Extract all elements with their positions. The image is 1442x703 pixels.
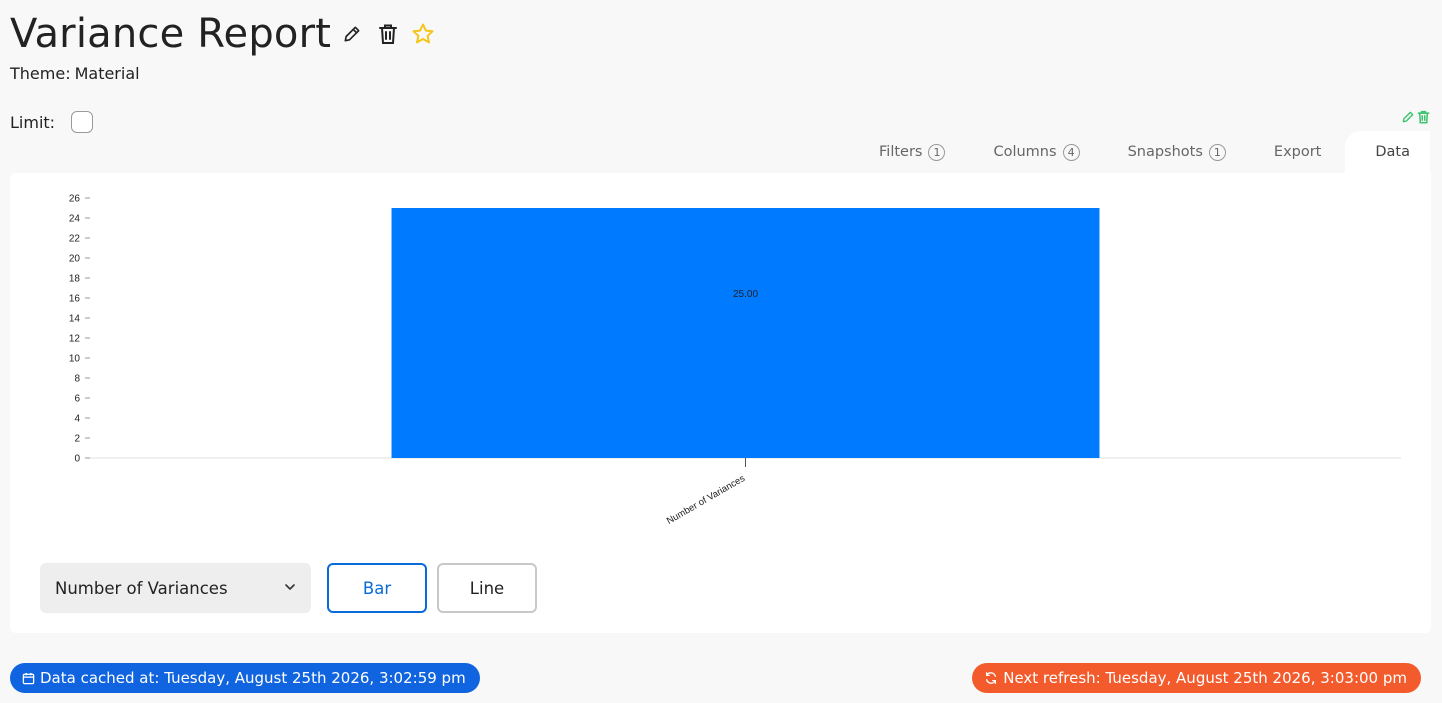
- y-tick-label: 22: [69, 234, 81, 245]
- data-cached-badge: Data cached at: Tuesday, August 25th 202…: [10, 663, 480, 693]
- tab-filters-label: Filters: [879, 144, 923, 160]
- next-refresh-text: Next refresh: Tuesday, August 25th 2026,…: [1003, 669, 1407, 687]
- y-tick-label: 10: [69, 354, 81, 365]
- tab-snapshots-label: Snapshots: [1127, 144, 1203, 160]
- favorite-star-icon[interactable]: [411, 22, 435, 46]
- y-tick-label: 20: [69, 254, 81, 265]
- y-tick-label: 8: [74, 374, 80, 385]
- y-tick-label: 12: [69, 334, 81, 345]
- title-row: Variance Report: [10, 10, 435, 58]
- tab-export-label: Export: [1273, 144, 1322, 160]
- refresh-icon: [986, 672, 997, 684]
- y-tick-label: 18: [69, 274, 81, 285]
- tab-filters[interactable]: Filters 1: [855, 131, 969, 173]
- data-cached-text: Data cached at: Tuesday, August 25th 202…: [40, 669, 466, 687]
- tab-data-label: Data: [1375, 144, 1410, 160]
- bar: [391, 208, 1100, 458]
- delete-trash-icon[interactable]: [1417, 110, 1430, 124]
- theme-label: Theme:: [10, 64, 71, 83]
- theme-line: Theme: Material: [10, 64, 140, 83]
- tab-filters-count-badge: 1: [928, 143, 946, 161]
- data-panel: 0 2 4 6 8 10 12 14 16 18 20 22 24 26 25.00 Number of Va…: [10, 173, 1431, 633]
- x-tick-label: Number of Variances: [665, 473, 747, 527]
- series-select-value: Number of Variances: [55, 578, 228, 598]
- edit-pencil-icon[interactable]: [1401, 110, 1415, 124]
- tab-columns[interactable]: Columns 4: [969, 131, 1103, 173]
- limit-row: Limit:: [10, 111, 94, 133]
- next-refresh-badge: Next refresh: Tuesday, August 25th 2026,…: [972, 663, 1421, 693]
- tab-snapshots-count-badge: 1: [1208, 143, 1226, 161]
- calendar-icon: [22, 672, 35, 684]
- panel-actions: [1401, 110, 1430, 124]
- chevron-down-icon: [283, 579, 297, 598]
- line-chart-button[interactable]: Line: [437, 563, 537, 613]
- theme-value: Material: [74, 64, 140, 83]
- page-title: Variance Report: [10, 11, 332, 57]
- bar-chart: 0246810121416182022242625.00Number of Va…: [69, 194, 1401, 527]
- y-tick-label: 24: [69, 214, 81, 225]
- y-tick-label: 26: [69, 194, 81, 205]
- tab-data[interactable]: Data: [1345, 131, 1430, 173]
- series-select[interactable]: Number of Variances: [40, 563, 311, 613]
- y-tick-label: 6: [74, 394, 80, 405]
- limit-label: Limit:: [10, 112, 56, 132]
- y-tick-label: 16: [69, 294, 81, 305]
- tab-columns-count-badge: 4: [1062, 143, 1080, 161]
- chart-controls: Number of Variances Bar Line: [40, 563, 537, 613]
- tab-snapshots[interactable]: Snapshots 1: [1104, 131, 1250, 173]
- y-tick-label: 4: [74, 414, 80, 425]
- tab-export[interactable]: Export: [1250, 131, 1345, 173]
- bar-data-label: 25.00: [733, 289, 758, 300]
- y-tick-label: 14: [69, 314, 81, 325]
- bar-chart-button[interactable]: Bar: [327, 563, 427, 613]
- report-tabs: Filters 1 Columns 4 Snapshots 1 Export D…: [855, 131, 1430, 173]
- limit-checkbox[interactable]: [71, 111, 94, 133]
- edit-title-pencil-icon[interactable]: [341, 23, 363, 45]
- y-tick-label: 0: [74, 454, 80, 465]
- tab-columns-label: Columns: [993, 144, 1057, 160]
- y-tick-label: 2: [74, 434, 80, 445]
- delete-report-trash-icon[interactable]: [377, 23, 399, 45]
